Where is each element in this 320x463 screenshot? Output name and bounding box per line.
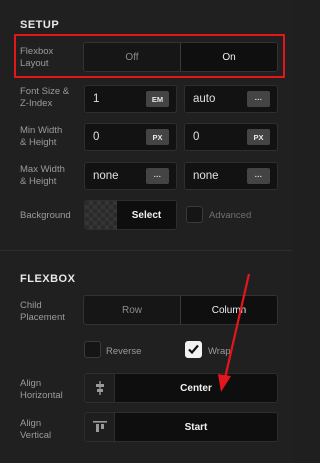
annotation-arrow-icon bbox=[218, 273, 251, 392]
settings-panel: SETUP Flexbox Layout Off On Font Size & … bbox=[0, 0, 292, 463]
